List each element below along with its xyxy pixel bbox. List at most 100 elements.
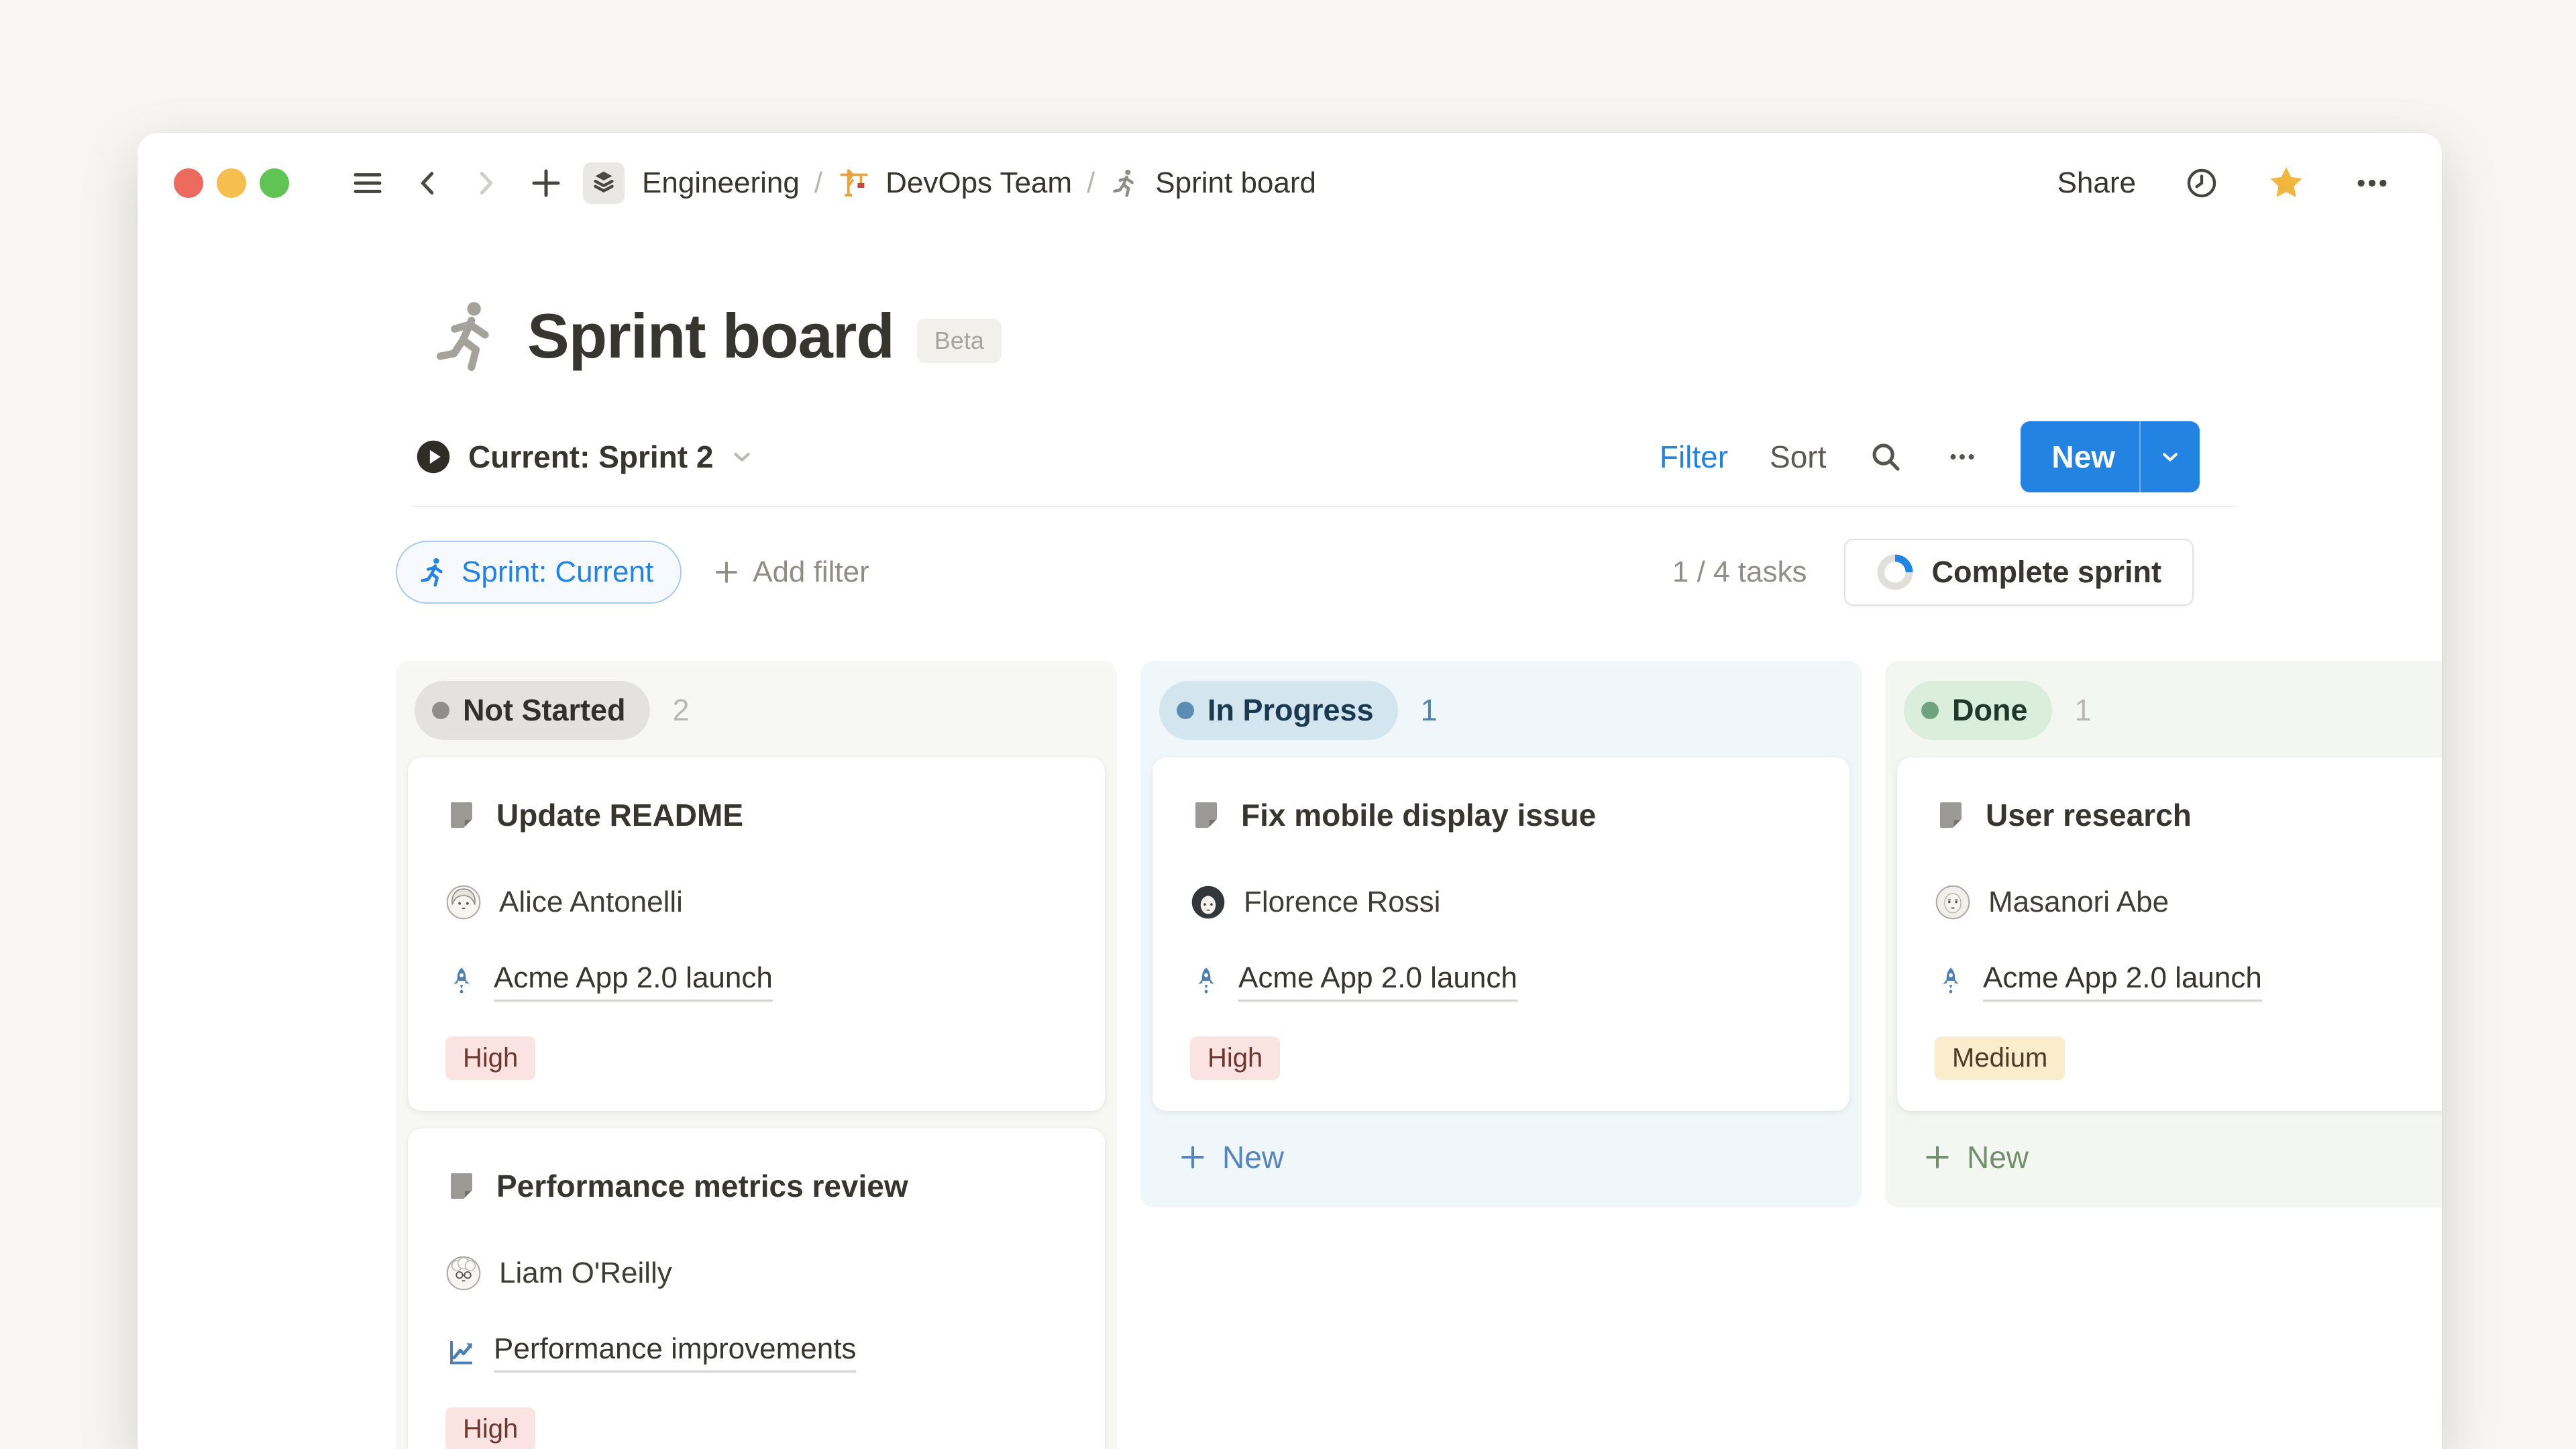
status-label: Done: [1952, 693, 2028, 728]
complete-sprint-button[interactable]: Complete sprint: [1844, 539, 2194, 606]
new-button-label[interactable]: New: [2021, 421, 2139, 492]
hamburger-menu-icon[interactable]: [350, 165, 386, 201]
chevron-down-icon[interactable]: [2141, 421, 2200, 492]
status-label: In Progress: [1208, 693, 1374, 728]
toolbar-divider: [413, 506, 2237, 507]
forward-icon[interactable]: [470, 168, 501, 199]
rocket-icon: [445, 965, 478, 998]
window-header-bar: Engineering / DevOps Team / Sprint board…: [138, 133, 2442, 233]
task-card[interactable]: Performance metrics review: [408, 1128, 1105, 1449]
project-link[interactable]: Acme App 2.0 launch: [1983, 961, 2262, 1002]
filter-row: Sprint: Current Add filter 1 / 4 tasks C…: [396, 535, 2194, 609]
task-card[interactable]: Update README Alice Antonelli: [408, 757, 1105, 1111]
column-count: 1: [1421, 693, 1438, 728]
page-note-icon: [1190, 799, 1222, 831]
traffic-lights: [174, 168, 289, 198]
chart-increasing-icon: [445, 1336, 478, 1368]
column-header: Done 1: [1885, 661, 2442, 740]
breadcrumb-separator: /: [1087, 166, 1095, 200]
page-note-icon: [445, 799, 478, 831]
add-filter-label: Add filter: [753, 555, 869, 589]
assignee-name: Liam O'Reilly: [499, 1256, 672, 1290]
add-card-label: New: [1967, 1139, 2029, 1175]
breadcrumb-item-engineering[interactable]: Engineering: [642, 166, 800, 200]
priority-tag: High: [445, 1036, 535, 1080]
zoom-button[interactable]: [260, 168, 289, 198]
favorite-star-icon[interactable]: [2267, 164, 2305, 202]
task-card[interactable]: Fix mobile display issue: [1152, 757, 1849, 1111]
cards-container: Update README Alice Antonelli: [396, 740, 1117, 1449]
breadcrumb-item-sprint-board[interactable]: Sprint board: [1155, 166, 1316, 200]
search-icon[interactable]: [1868, 439, 1904, 475]
task-title: Update README: [496, 797, 743, 833]
plus-icon: [1923, 1142, 1952, 1172]
new-page-plus-icon[interactable]: [528, 165, 564, 201]
new-button[interactable]: New: [2021, 421, 2200, 492]
stacked-layers-icon: [588, 168, 619, 199]
view-tab-current-sprint[interactable]: Current: Sprint 2: [415, 438, 755, 476]
board-column-not-started: Not Started 2 Update README: [396, 661, 1117, 1449]
status-dot: [1177, 702, 1194, 719]
status-badge-done[interactable]: Done: [1904, 681, 2052, 740]
minimize-button[interactable]: [217, 168, 246, 198]
page-title-row: Sprint board Beta: [428, 286, 1002, 386]
breadcrumb-item-devops-team[interactable]: DevOps Team: [885, 166, 1072, 200]
task-title: Fix mobile display issue: [1241, 797, 1596, 833]
add-card-button[interactable]: New: [1140, 1111, 1862, 1203]
board-column-in-progress: In Progress 1 Fix mobile display issue: [1140, 661, 1862, 1208]
add-card-label: New: [1222, 1139, 1284, 1175]
toolbar-actions: Filter Sort New: [1660, 421, 2200, 492]
add-filter-button[interactable]: Add filter: [712, 555, 869, 589]
assignee-name: Alice Antonelli: [499, 885, 683, 919]
clock-icon[interactable]: [2184, 166, 2219, 201]
share-button[interactable]: Share: [2057, 166, 2136, 200]
progress-ring-icon: [1876, 553, 1914, 591]
sprint-filter-label: Sprint: Current: [462, 555, 653, 589]
sprint-board: Not Started 2 Update README: [396, 661, 2442, 1449]
priority-tag: High: [1190, 1036, 1280, 1080]
view-toolbar-row: Current: Sprint 2 Filter Sort New: [415, 420, 2200, 494]
status-badge-in-progress[interactable]: In Progress: [1159, 681, 1398, 740]
board-column-done: Done 1 User research: [1885, 661, 2442, 1208]
sort-button[interactable]: Sort: [1770, 439, 1826, 475]
beta-badge: Beta: [917, 319, 1002, 363]
project-link[interactable]: Acme App 2.0 launch: [1238, 961, 1517, 1002]
column-count: 2: [673, 693, 690, 728]
running-person-icon: [417, 556, 449, 588]
play-circle-icon: [415, 438, 452, 476]
chevron-down-icon: [729, 444, 755, 470]
status-badge-not-started[interactable]: Not Started: [415, 681, 650, 740]
assignee-name: Masanori Abe: [1988, 885, 2169, 919]
running-person-icon: [1110, 168, 1140, 199]
workspace-icon-chip[interactable]: [583, 162, 625, 204]
close-button[interactable]: [174, 168, 203, 198]
tasks-count: 1 / 4 tasks: [1672, 555, 1807, 589]
running-person-icon[interactable]: [428, 297, 506, 375]
avatar: [445, 884, 482, 920]
more-options-icon[interactable]: [2353, 164, 2391, 202]
filter-button[interactable]: Filter: [1660, 439, 1728, 475]
sprint-filter-chip[interactable]: Sprint: Current: [396, 541, 682, 604]
task-card[interactable]: User research Masanori Ab: [1897, 757, 2442, 1111]
plus-icon: [1178, 1142, 1208, 1172]
column-header: In Progress 1: [1140, 661, 1862, 740]
view-label: Current: Sprint 2: [468, 439, 713, 475]
avatar: [445, 1255, 482, 1291]
cards-container: Fix mobile display issue: [1140, 740, 1862, 1111]
project-link[interactable]: Performance improvements: [494, 1332, 856, 1373]
complete-sprint-label: Complete sprint: [1931, 555, 2161, 590]
page-title: Sprint board: [527, 300, 894, 372]
task-title: Performance metrics review: [496, 1168, 908, 1204]
status-dot: [432, 702, 449, 719]
cards-container: User research Masanori Ab: [1885, 740, 2442, 1111]
add-card-button[interactable]: New: [1885, 1111, 2442, 1203]
back-icon[interactable]: [413, 168, 443, 199]
page-note-icon: [1935, 799, 1967, 831]
plus-icon: [712, 558, 741, 586]
header-actions: Share: [2057, 164, 2391, 202]
view-options-ellipsis-icon[interactable]: [1945, 440, 1979, 474]
task-title: User research: [1986, 797, 2192, 833]
project-link[interactable]: Acme App 2.0 launch: [494, 961, 773, 1002]
construction-crane-icon: [837, 166, 871, 200]
breadcrumb-separator: /: [814, 166, 822, 200]
